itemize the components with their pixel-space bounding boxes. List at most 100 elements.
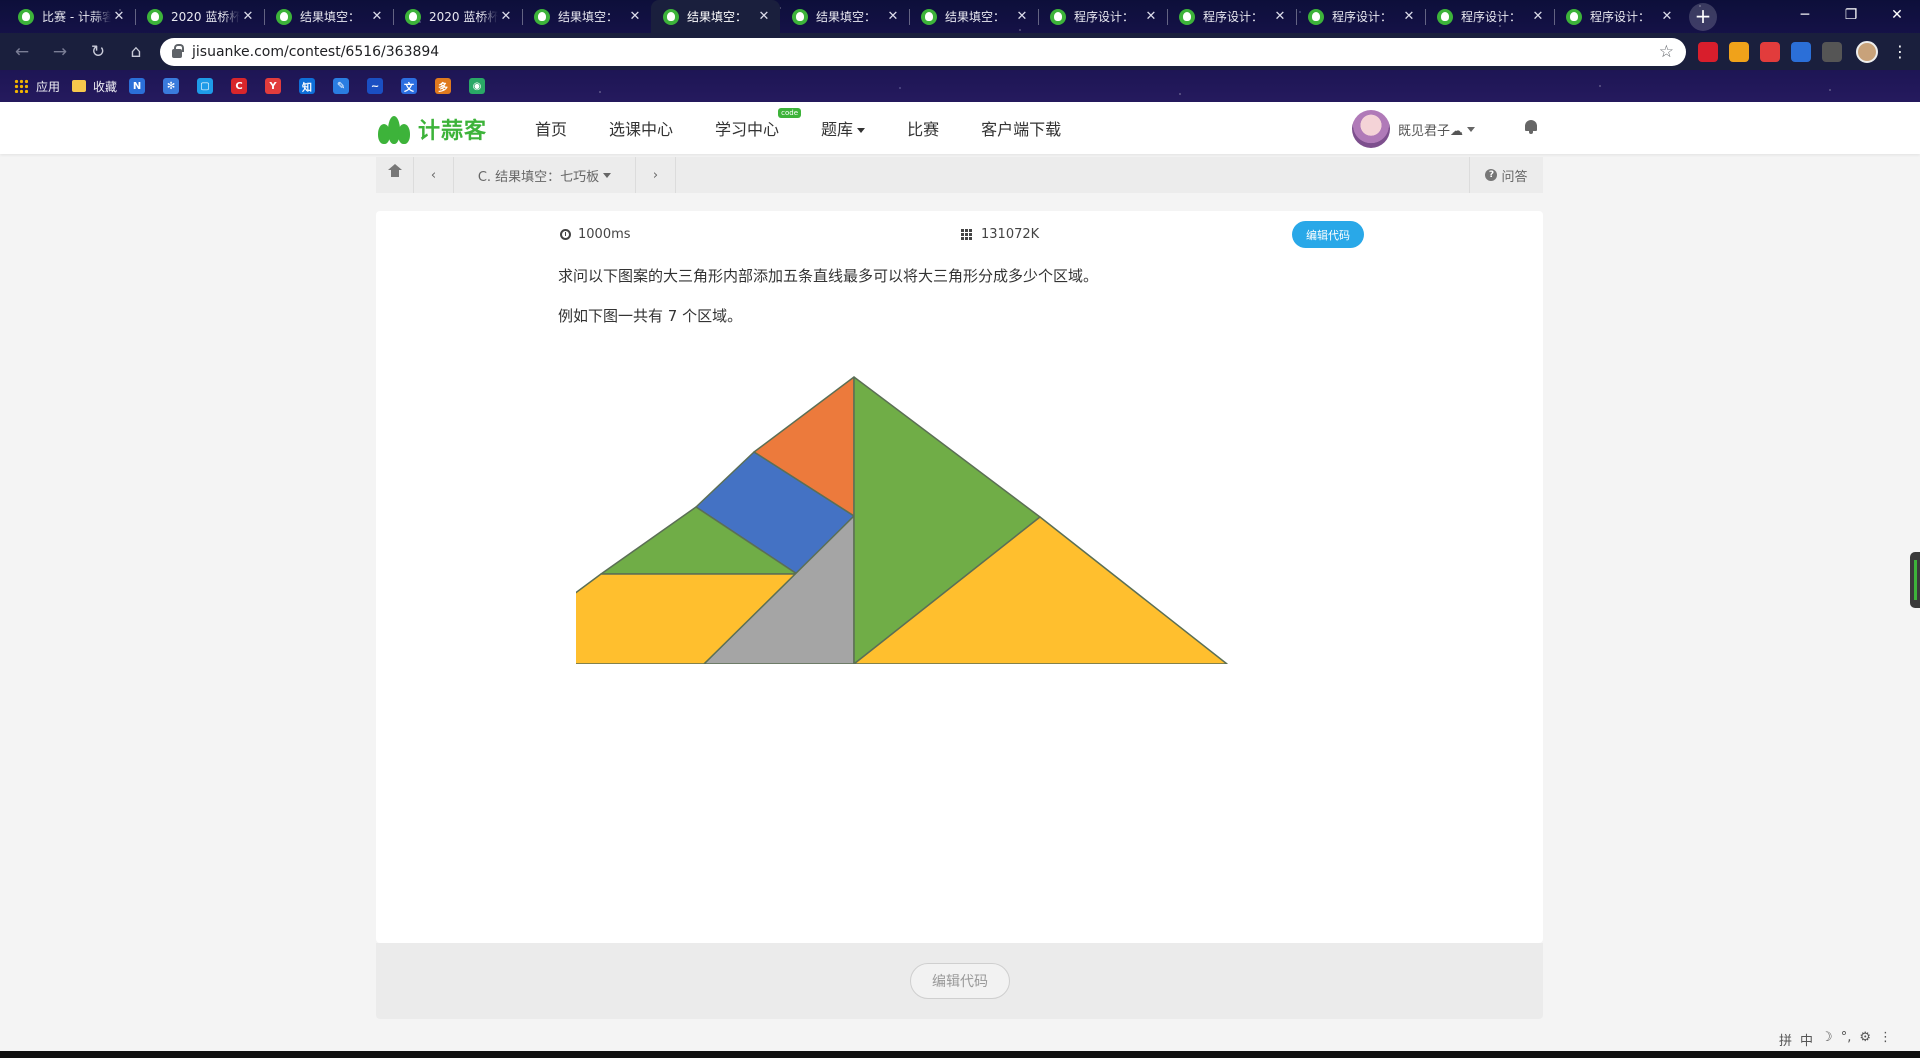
reload-icon[interactable]: ↻	[82, 36, 114, 68]
browser-tab[interactable]: 结果填空： ✕	[780, 0, 909, 33]
browser-tab[interactable]: 程序设计： ✕	[1425, 0, 1554, 33]
ime-icon[interactable]: 拼	[1779, 1030, 1792, 1049]
close-tab-icon[interactable]: ✕	[756, 9, 772, 24]
close-tab-icon[interactable]: ✕	[369, 9, 385, 24]
close-tab-icon[interactable]: ✕	[1272, 9, 1288, 24]
extension-icon[interactable]	[1698, 41, 1718, 62]
home-icon[interactable]: ⌂	[120, 36, 152, 68]
browser-tab[interactable]: 程序设计： ✕	[1554, 0, 1683, 33]
editor-footer: 编辑代码	[376, 943, 1543, 1019]
new-tab-button[interactable]: +	[1689, 3, 1717, 31]
username: 既见君子☁	[1398, 123, 1464, 139]
edit-code-button[interactable]: 编辑代码	[1292, 221, 1364, 248]
bookmark-favorites[interactable]: 收藏	[72, 78, 117, 95]
browser-tab[interactable]: 2020 蓝桥杯 ✕	[393, 0, 522, 33]
qa-button[interactable]: ? 问答	[1469, 157, 1543, 193]
bookmark-icon-link[interactable]: ✎	[333, 78, 355, 94]
bookmark-icon-link[interactable]: C	[231, 78, 253, 94]
chevron-down-icon	[1467, 126, 1476, 132]
ime-icon[interactable]: °,	[1841, 1030, 1852, 1049]
browser-tab[interactable]: 程序设计： ✕	[1296, 0, 1425, 33]
jisuanke-favicon-icon	[1050, 8, 1066, 25]
bookmark-icon-link[interactable]: ▢	[197, 78, 219, 94]
bookmark-icon-link[interactable]: 知	[299, 78, 321, 94]
ime-icon[interactable]: ⚙	[1859, 1030, 1871, 1049]
bookmark-star-icon[interactable]: ☆	[1659, 42, 1674, 62]
close-tab-icon[interactable]: ✕	[885, 9, 901, 24]
bookmark-apps[interactable]: 应用	[14, 78, 60, 95]
window-controls: ─ ❐ ✕	[1782, 0, 1920, 30]
user-menu[interactable]: 既见君子☁	[1352, 110, 1476, 148]
problem-home-button[interactable]	[376, 157, 414, 193]
browser-tab[interactable]: 2020 蓝桥杯 ✕	[135, 0, 264, 33]
close-window-icon[interactable]: ✕	[1874, 0, 1920, 30]
bookmark-icon-link[interactable]: N	[129, 78, 151, 94]
close-tab-icon[interactable]: ✕	[1530, 9, 1546, 24]
browser-tab[interactable]: 结果填空： ✕	[264, 0, 393, 33]
close-tab-icon[interactable]: ✕	[240, 9, 256, 24]
memory-limit-value: 131072K	[981, 227, 1040, 242]
close-tab-icon[interactable]: ✕	[1659, 9, 1675, 24]
profile-avatar[interactable]	[1856, 40, 1878, 63]
extension-icon[interactable]	[1760, 41, 1780, 62]
edit-code-bottom-button[interactable]: 编辑代码	[910, 963, 1010, 999]
ime-icon[interactable]: ☽	[1821, 1030, 1833, 1049]
clock-icon	[560, 229, 571, 240]
jisuanke-favicon-icon	[18, 8, 34, 25]
problem-nav: ‹ C. 结果填空：七巧板 › ? 问答	[376, 157, 1543, 193]
close-tab-icon[interactable]: ✕	[1401, 9, 1417, 24]
nav-item[interactable]: 学习中心 code	[715, 108, 802, 140]
nav-item[interactable]: 题库	[821, 116, 866, 140]
close-tab-icon[interactable]: ✕	[498, 9, 514, 24]
close-tab-icon[interactable]: ✕	[111, 9, 127, 24]
prev-problem-button[interactable]: ‹	[414, 157, 454, 193]
close-tab-icon[interactable]: ✕	[1014, 9, 1030, 24]
extension-icon[interactable]	[1822, 41, 1842, 62]
tab-title: 程序设计：	[1590, 10, 1651, 24]
garlic-logo-icon	[376, 114, 412, 144]
tangram-figure	[576, 376, 1228, 664]
bookmark-icon-link[interactable]: 文	[401, 78, 423, 94]
bookmark-icon-link[interactable]: 多	[435, 78, 457, 94]
question-icon: ?	[1485, 169, 1498, 181]
nav-item[interactable]: 比赛	[907, 116, 939, 140]
browser-tab[interactable]: 程序设计： ✕	[1167, 0, 1296, 33]
browser-tab[interactable]: 结果填空： ✕	[522, 0, 651, 33]
bookmark-site-icon: ◉	[469, 78, 486, 94]
close-tab-icon[interactable]: ✕	[1143, 9, 1159, 24]
minimize-icon[interactable]: ─	[1782, 0, 1828, 30]
nav-item[interactable]: 客户端下载	[981, 116, 1061, 140]
back-icon[interactable]: ←	[6, 36, 38, 68]
problem-card: 1000ms 131072K 编辑代码 求问以下图案的大三角形内部添加五条直线最…	[376, 211, 1543, 943]
nav-item[interactable]: 首页	[535, 116, 567, 140]
bookmark-icon-link[interactable]: ✻	[163, 78, 185, 94]
extension-icon[interactable]	[1791, 41, 1811, 62]
nav-item[interactable]: 选课中心	[609, 116, 673, 140]
browser-tab[interactable]: 比赛 - 计蒜客 ✕	[6, 0, 135, 33]
apps-grid-icon	[14, 79, 28, 93]
browser-tab[interactable]: 结果填空： ✕	[909, 0, 1038, 33]
taskbar	[0, 1051, 1920, 1058]
forward-icon[interactable]: →	[44, 36, 76, 68]
site-logo[interactable]: 计蒜客	[376, 113, 487, 145]
extension-icon[interactable]	[1729, 41, 1749, 62]
close-tab-icon[interactable]: ✕	[627, 9, 643, 24]
side-panel-handle[interactable]	[1910, 552, 1920, 608]
bookmark-icon-link[interactable]: ~	[367, 78, 389, 94]
bookmark-icon-link[interactable]: ◉	[469, 78, 491, 94]
browser-tab[interactable]: 结果填空： ✕	[651, 0, 780, 33]
jisuanke-favicon-icon	[663, 8, 679, 25]
problem-selector[interactable]: C. 结果填空：七巧板	[454, 157, 636, 193]
bell-icon[interactable]	[1524, 119, 1538, 135]
browser-tab[interactable]: 程序设计： ✕	[1038, 0, 1167, 33]
bookmark-site-icon: N	[129, 78, 146, 94]
ime-icon[interactable]: ⋮	[1879, 1030, 1892, 1049]
menu-icon[interactable]: ⋮	[1892, 42, 1908, 61]
address-bar[interactable]: jisuanke.com/contest/6516/363894 ☆	[160, 37, 1686, 66]
house-icon	[387, 164, 402, 180]
next-problem-button[interactable]: ›	[636, 157, 676, 193]
bookmark-icon-link[interactable]: Y	[265, 78, 287, 94]
ime-icon[interactable]: 中	[1800, 1030, 1813, 1049]
tab-title: 2020 蓝桥杯	[429, 10, 498, 24]
restore-icon[interactable]: ❐	[1828, 0, 1874, 30]
